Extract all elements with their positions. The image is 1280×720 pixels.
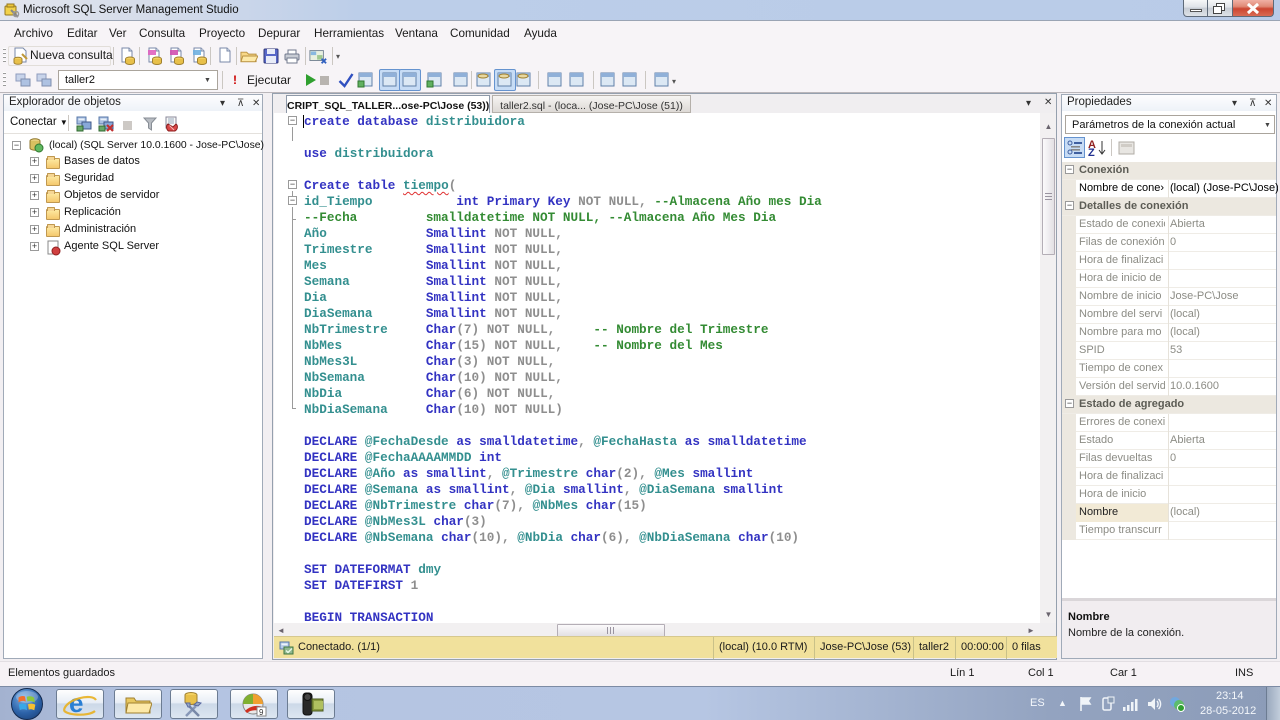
svg-text:9: 9 — [259, 708, 264, 717]
